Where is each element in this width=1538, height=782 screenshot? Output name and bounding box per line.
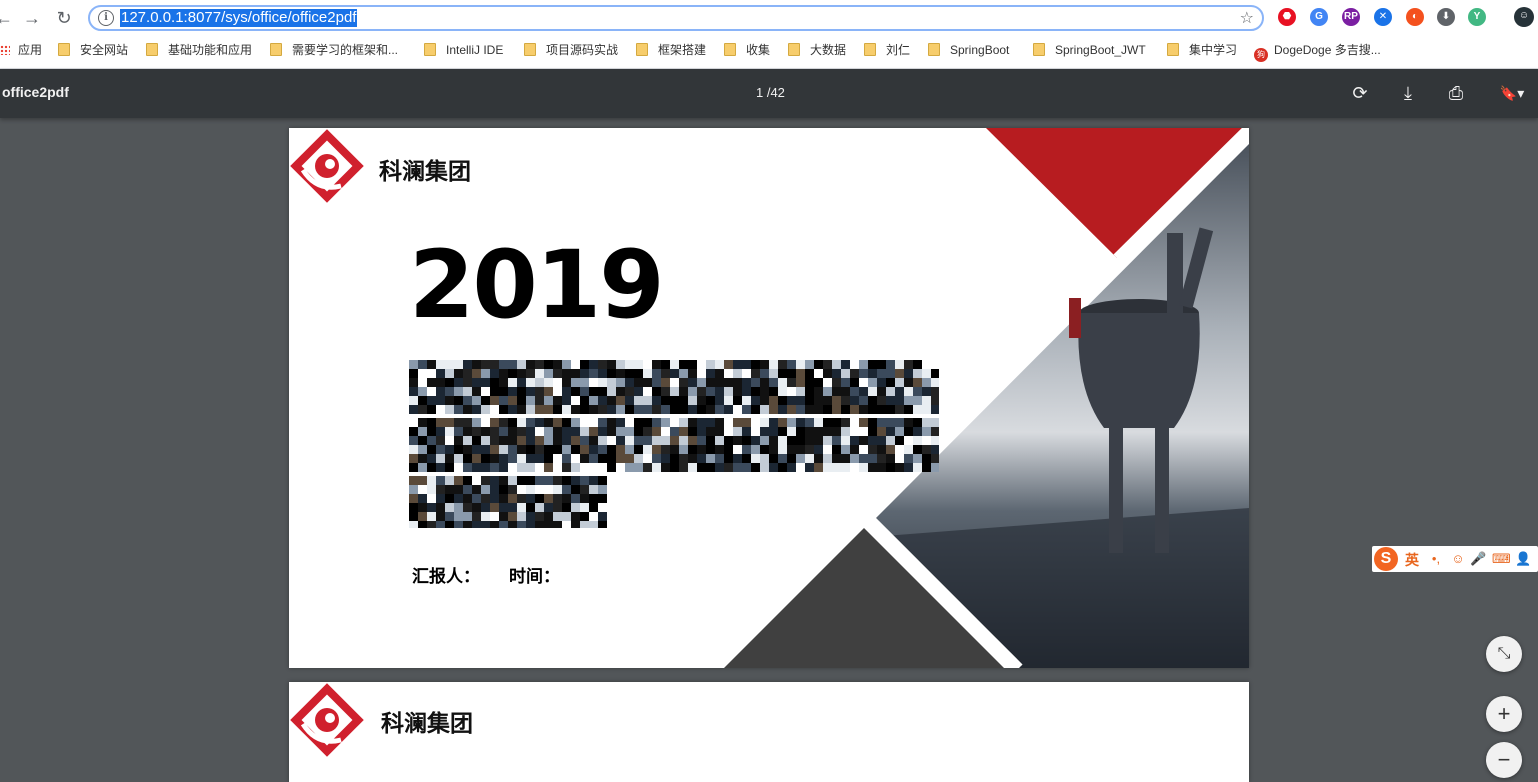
user-icon[interactable]: 👤	[1515, 551, 1531, 567]
rotate-icon[interactable]: ⟳	[1348, 81, 1372, 105]
folder-icon	[424, 43, 436, 56]
keyboard-icon[interactable]: ⌨	[1492, 551, 1511, 567]
bookmark-label: SpringBoot_JWT	[1055, 43, 1146, 57]
bookmark-icon[interactable]: 🔖▾	[1494, 81, 1530, 105]
bookmark-label: DogeDoge 多吉搜...	[1274, 43, 1381, 57]
bookmark-item[interactable]: 收集	[724, 42, 770, 58]
pdf-title: office2pdf	[2, 84, 69, 100]
company-name: 科澜集团	[381, 711, 473, 737]
extension-orange-icon[interactable]: ◐	[1406, 8, 1424, 26]
vue-icon[interactable]: Y	[1468, 8, 1486, 26]
bookmark-label: 项目源码实战	[546, 43, 619, 57]
rp-icon[interactable]: RP	[1342, 8, 1360, 26]
zoom-out-button[interactable]: −	[1486, 742, 1522, 778]
bookmark-item[interactable]: 狗 DogeDoge 多吉搜...	[1254, 42, 1381, 62]
bookmark-label: 收集	[746, 43, 771, 57]
company-name: 科澜集团	[379, 159, 471, 185]
forward-icon[interactable]: →	[20, 6, 44, 30]
apps-grid-icon	[0, 45, 10, 55]
folder-icon	[58, 43, 70, 56]
pdf-page-1: 科澜集团 2019 汇报人： 时间：	[289, 128, 1249, 668]
folder-icon	[788, 43, 800, 56]
reload-icon[interactable]: ↻	[52, 6, 76, 30]
site-info-icon[interactable]: i	[98, 10, 114, 26]
bookmark-item[interactable]: 刘仁	[864, 42, 910, 58]
bookmark-label: 应用	[18, 43, 43, 57]
folder-icon	[636, 43, 648, 56]
company-logo-icon	[290, 129, 364, 203]
folder-icon	[928, 43, 940, 56]
ime-language[interactable]: 英	[1405, 550, 1419, 570]
bookmark-item[interactable]: 基础功能和应用	[146, 42, 252, 58]
bookmark-label: 框架搭建	[658, 43, 707, 57]
profile-avatar-icon[interactable]: ☺	[1514, 7, 1534, 27]
page-indicator[interactable]: 1 /42	[756, 85, 785, 100]
folder-icon	[864, 43, 876, 56]
adblock-icon[interactable]: ⬣	[1278, 8, 1296, 26]
bookmark-apps[interactable]: 应用	[0, 42, 42, 58]
company-logo-icon	[290, 683, 364, 757]
pdf-toolbar: office2pdf 1 /42 ⟳ ⤓ ⎙ 🔖▾	[0, 69, 1538, 118]
bookmark-label: SpringBoot	[950, 43, 1010, 57]
slide-year: 2019	[409, 231, 665, 340]
folder-icon	[524, 43, 536, 56]
download-icon[interactable]: ⬇	[1437, 8, 1455, 26]
bookmark-star-icon[interactable]: ☆	[1240, 8, 1254, 28]
dogedoge-icon: 狗	[1254, 48, 1268, 62]
folder-icon	[1033, 43, 1045, 56]
bookmark-item[interactable]: IntelliJ IDE	[424, 42, 503, 58]
extension-blue-icon[interactable]: ✕	[1374, 8, 1392, 26]
bookmark-label: 大数据	[810, 43, 847, 57]
bookmark-label: 刘仁	[886, 43, 911, 57]
translate-icon[interactable]: G	[1310, 8, 1328, 26]
bookmark-label: 基础功能和应用	[168, 43, 253, 57]
address-bar[interactable]: i 127.0.0.1:8077/sys/office/office2pdf ☆	[88, 5, 1264, 31]
pdf-page-2: 科澜集团	[289, 682, 1249, 782]
zoom-in-button[interactable]: +	[1486, 696, 1522, 732]
bookmarks-bar: 应用 安全网站 基础功能和应用 需要学习的框架和... IntelliJ IDE 项目源码…	[0, 36, 1538, 69]
bookmark-item[interactable]: 安全网站	[58, 42, 128, 58]
print-icon[interactable]: ⎙	[1444, 81, 1468, 105]
bookmark-item[interactable]: SpringBoot	[928, 42, 1009, 58]
reporter-label: 汇报人：	[412, 567, 480, 587]
time-label: 时间：	[509, 567, 560, 587]
folder-icon	[1167, 43, 1179, 56]
folder-icon	[724, 43, 736, 56]
url-text[interactable]: 127.0.0.1:8077/sys/office/office2pdf	[120, 9, 358, 27]
ime-toolbar[interactable]: S 英 •, ☺ 🎤 ⌨ 👤	[1372, 546, 1538, 572]
bookmark-item[interactable]: 集中学习	[1167, 42, 1237, 58]
punctuation-icon[interactable]: •,	[1428, 551, 1444, 567]
folder-icon	[146, 43, 158, 56]
back-icon[interactable]: ←	[0, 6, 16, 30]
bookmark-item[interactable]: 框架搭建	[636, 42, 706, 58]
bookmark-item[interactable]: 项目源码实战	[524, 42, 618, 58]
download-icon[interactable]: ⤓	[1396, 81, 1420, 105]
bookmark-label: 需要学习的框架和...	[292, 43, 399, 57]
folder-icon	[270, 43, 282, 56]
bookmark-item[interactable]: 需要学习的框架和...	[270, 42, 398, 58]
bookmark-label: 集中学习	[1189, 43, 1238, 57]
bookmark-item[interactable]: SpringBoot_JWT	[1033, 42, 1146, 58]
bookmark-label: IntelliJ IDE	[446, 43, 504, 57]
bookmark-label: 安全网站	[80, 43, 129, 57]
bookmark-item[interactable]: 大数据	[788, 42, 846, 58]
sogou-logo-icon[interactable]: S	[1374, 547, 1398, 571]
microphone-icon[interactable]: 🎤	[1470, 551, 1486, 567]
obscured-title	[409, 360, 939, 528]
fit-page-icon[interactable]: ⤡	[1486, 636, 1522, 672]
emoji-icon[interactable]: ☺	[1450, 551, 1466, 567]
browser-toolbar: ← → ↻ i 127.0.0.1:8077/sys/office/office…	[0, 0, 1538, 36]
